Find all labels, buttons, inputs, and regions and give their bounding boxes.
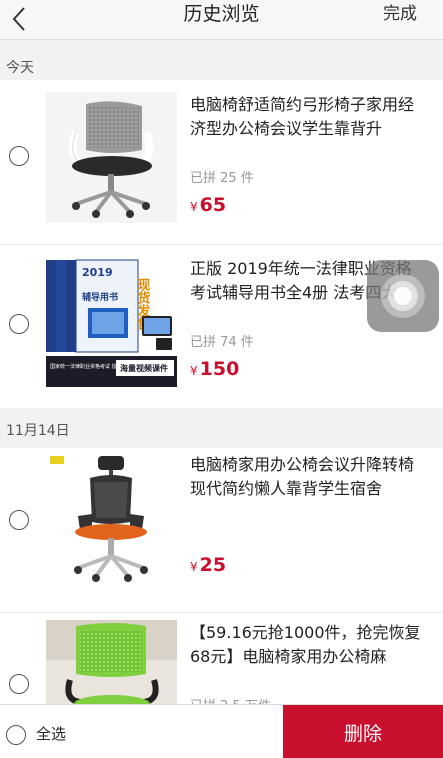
currency-symbol: ¥ bbox=[190, 560, 198, 574]
currency-symbol: ¥ bbox=[190, 364, 198, 378]
list-item[interactable]: 电脑椅舒适简约弓形椅子家用经济型办公椅会议学生靠背升 已拼 25 件 ¥65 bbox=[0, 80, 443, 244]
item-select-radio[interactable] bbox=[9, 674, 29, 694]
book-name: 辅导用书 bbox=[82, 291, 118, 303]
office-chair-icon bbox=[46, 620, 177, 704]
product-image[interactable] bbox=[46, 92, 177, 223]
delete-button[interactable]: 删除 bbox=[283, 705, 443, 758]
book-year: 2019 bbox=[82, 266, 113, 279]
book-bottom-right: 海量视频课件 bbox=[120, 363, 168, 373]
price-value: 25 bbox=[199, 554, 227, 576]
currency-symbol: ¥ bbox=[190, 200, 198, 214]
product-title[interactable]: 【59.16元抢1000件，抢完恢复68元】电脑椅家用办公椅麻 bbox=[190, 621, 426, 669]
product-title[interactable]: 电脑椅舒适简约弓形椅子家用经济型办公椅会议学生靠背升 bbox=[190, 93, 426, 141]
product-image[interactable] bbox=[46, 620, 177, 704]
price-value: 150 bbox=[199, 358, 240, 380]
product-price: ¥150 bbox=[190, 358, 239, 380]
group-date-label: 11月14日 bbox=[0, 408, 443, 448]
nav-bar: 历史浏览 完成 bbox=[0, 0, 443, 40]
assistive-touch-dot bbox=[394, 287, 412, 305]
product-price: ¥25 bbox=[190, 554, 226, 576]
list-item[interactable]: 【59.16元抢1000件，抢完恢复68元】电脑椅家用办公椅麻 已拼 2.5 万… bbox=[0, 612, 443, 704]
item-select-radio[interactable] bbox=[9, 314, 29, 334]
list-item[interactable]: 电脑椅家用办公椅会议升降转椅现代简约懒人靠背学生宿舍 ¥25 bbox=[0, 448, 443, 612]
page-title: 历史浏览 bbox=[183, 3, 260, 25]
sold-count: 已拼 74 件 bbox=[190, 335, 254, 350]
product-price: ¥65 bbox=[190, 194, 226, 216]
select-all-radio[interactable] bbox=[6, 725, 26, 745]
select-all-label[interactable]: 全选 bbox=[36, 723, 66, 744]
group-date-label: 今天 bbox=[0, 40, 443, 80]
done-button[interactable]: 完成 bbox=[383, 0, 417, 28]
sold-count: 已拼 2.5 万件 bbox=[190, 695, 271, 704]
price-value: 65 bbox=[199, 194, 227, 216]
sold-count: 已拼 25 件 bbox=[190, 171, 254, 186]
assistive-touch-button[interactable] bbox=[367, 260, 439, 332]
office-chair-icon bbox=[46, 452, 177, 583]
product-image[interactable]: 2019 辅导用书 现货发售 国家统一法律职业资格考试 指定辅导用书 海量视频课… bbox=[46, 256, 177, 387]
office-chair-icon bbox=[46, 92, 177, 223]
item-select-radio[interactable] bbox=[9, 510, 29, 530]
item-select-radio[interactable] bbox=[9, 146, 29, 166]
book-cover-icon: 2019 辅导用书 现货发售 国家统一法律职业资格考试 指定辅导用书 海量视频课… bbox=[46, 256, 177, 387]
bottom-action-bar: 全选 删除 bbox=[0, 704, 443, 758]
product-title[interactable]: 电脑椅家用办公椅会议升降转椅现代简约懒人靠背学生宿舍 bbox=[190, 453, 426, 501]
product-image[interactable] bbox=[46, 452, 177, 583]
history-list[interactable]: 今天 电脑椅舒适简约弓形椅子家用经济型办公椅会议学生靠背升 已拼 25 件 ¥ … bbox=[0, 40, 443, 704]
